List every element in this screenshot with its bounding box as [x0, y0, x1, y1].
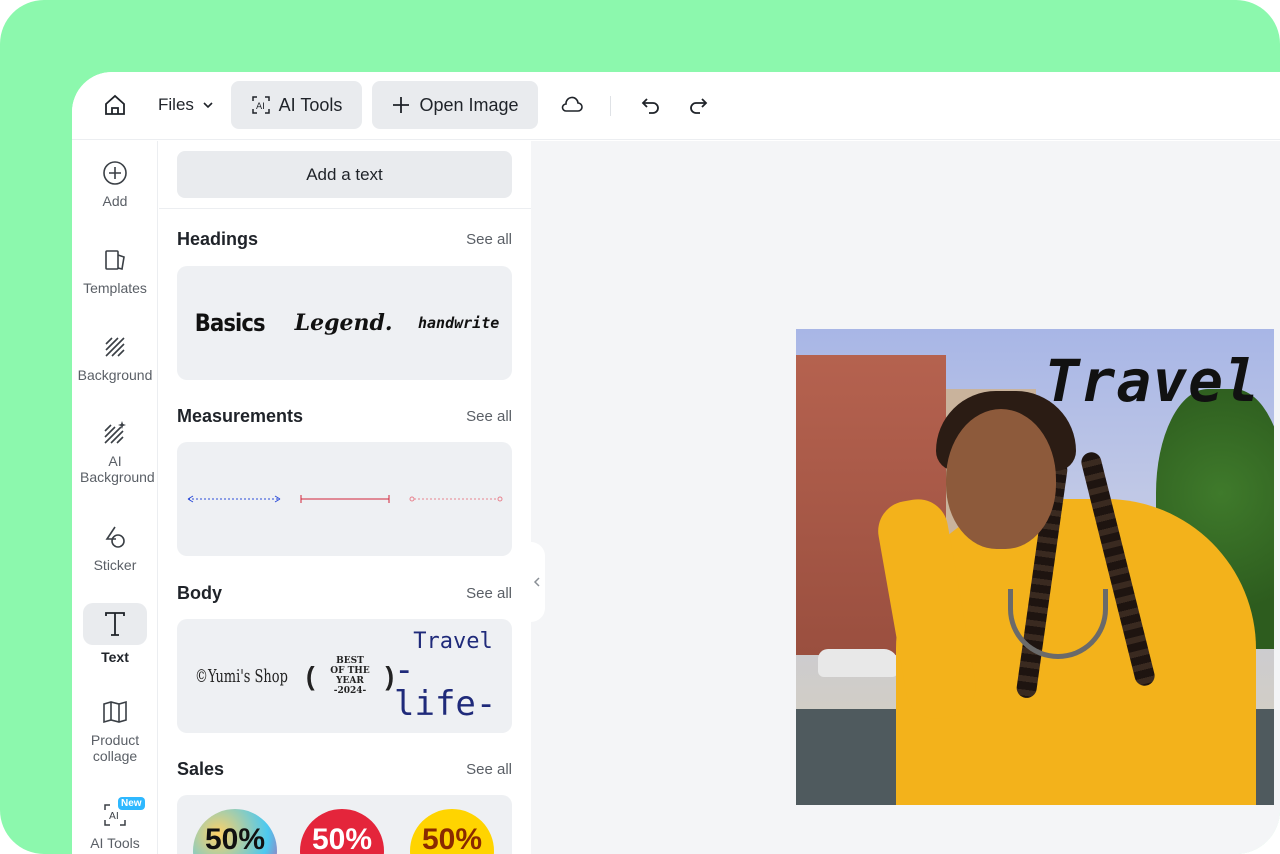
rail-item-background[interactable]: Background [72, 333, 158, 383]
undo-button[interactable] [637, 90, 665, 120]
section-title-measurements: Measurements [177, 406, 304, 426]
files-menu[interactable]: Files [158, 88, 214, 122]
panel-divider [159, 208, 531, 209]
body-header: Body See all [177, 583, 512, 604]
text-icon [83, 603, 147, 645]
see-all-measurements[interactable]: See all [466, 408, 512, 425]
plus-circle-icon [101, 159, 129, 187]
rail-label-templates: Templates [83, 280, 147, 296]
rail-label-text: Text [101, 649, 129, 665]
home-button[interactable] [100, 88, 130, 122]
see-all-body[interactable]: See all [466, 585, 512, 602]
ai-tools-label: AI Tools [278, 94, 343, 115]
rail-label-product-collage: Product collage [90, 732, 140, 764]
chevron-down-icon [203, 102, 213, 109]
rail-label-add: Add [102, 193, 128, 209]
collage-icon [101, 698, 129, 726]
undo-icon [641, 98, 659, 114]
photo-title-text[interactable]: Travel [1044, 347, 1260, 415]
sale-badge-holo[interactable]: 50% [193, 809, 277, 854]
measurements-header: Measurements See all [177, 406, 512, 427]
redo-button[interactable] [684, 90, 712, 120]
measurement-sample-blue[interactable] [186, 494, 282, 504]
sales-header: Sales See all [177, 759, 512, 780]
toolbar-divider [610, 96, 611, 116]
ai-scan-icon: AI [251, 96, 270, 114]
rail-item-product-collage[interactable]: Product collage [72, 698, 158, 764]
cloud-save-button[interactable] [558, 90, 586, 120]
ai-background-icon [101, 419, 129, 447]
canvas-photo[interactable]: Travel [796, 329, 1274, 805]
heading-sample-legend[interactable]: Legend. [295, 310, 393, 336]
rail-item-text[interactable]: Text [72, 603, 158, 665]
home-icon [105, 94, 125, 115]
sales-card[interactable]: 50% 50% 50% [177, 795, 512, 854]
collapse-panel-handle[interactable] [529, 542, 545, 622]
rail-item-add[interactable]: Add [72, 159, 158, 209]
headings-header: Headings See all [177, 229, 512, 250]
body-sample-travel-life[interactable]: Travel -life- [394, 629, 512, 724]
chevron-left-icon [533, 577, 540, 587]
laurel-right-icon: ) [385, 660, 394, 691]
heading-sample-handwrite[interactable]: handwrite [418, 314, 499, 332]
life-text: -life- [394, 650, 497, 724]
ai-tools-button[interactable]: AI AI Tools [231, 81, 362, 129]
rail-label-sticker: Sticker [93, 557, 137, 573]
see-all-headings[interactable]: See all [466, 231, 512, 248]
measurement-sample-pink[interactable] [408, 494, 504, 504]
left-rail: Add Templates Background AI Background S… [72, 141, 158, 854]
open-image-button[interactable]: Open Image [372, 81, 538, 129]
heading-sample-basics[interactable]: Basics [194, 309, 265, 337]
canvas-area[interactable]: Travel [531, 141, 1280, 854]
rail-item-templates[interactable]: Templates [72, 246, 158, 296]
laurel-left-icon: ( [305, 660, 315, 691]
body-sample-shop[interactable]: ©Yumi's Shop [195, 666, 288, 687]
sticker-icon [101, 523, 129, 551]
redo-icon [690, 98, 708, 114]
text-panel: Add a text Headings See all Basics Legen… [159, 141, 531, 854]
measurement-sample-red[interactable] [299, 494, 391, 504]
photo-car [818, 649, 898, 677]
measurements-card[interactable] [177, 442, 512, 556]
see-all-sales[interactable]: See all [466, 761, 512, 778]
svg-text:AI: AI [109, 811, 119, 822]
outer-frame: Files AI AI Tools Open Image Add Templat… [0, 0, 1280, 854]
add-text-button[interactable]: Add a text [177, 151, 512, 198]
best-line-1: BEST [336, 656, 364, 666]
best-line-2: OF THE YEAR [330, 666, 370, 686]
top-toolbar: Files AI AI Tools Open Image [72, 72, 1280, 140]
body-sample-best-of-year[interactable]: ( BEST OF THE YEAR -2024- ) [306, 656, 394, 696]
headings-card[interactable]: Basics Legend. handwrite [177, 266, 512, 380]
cloud-icon [561, 96, 583, 112]
files-label: Files [158, 95, 194, 114]
rail-item-sticker[interactable]: Sticker [72, 523, 158, 573]
sale-badge-red[interactable]: 50% [300, 809, 384, 854]
plus-icon [393, 97, 410, 113]
best-of-year-text: BEST OF THE YEAR -2024- [317, 656, 384, 696]
best-line-3: -2024- [333, 686, 367, 696]
section-title-body: Body [177, 583, 222, 603]
open-image-label: Open Image [419, 94, 519, 115]
background-hatch-icon [101, 333, 129, 361]
svg-text:AI: AI [256, 102, 265, 112]
rail-item-ai-tools[interactable]: AI New AI Tools [72, 797, 158, 851]
body-card[interactable]: ©Yumi's Shop ( BEST OF THE YEAR -2024- )… [177, 619, 512, 733]
rail-label-ai-background: AI Background [80, 453, 155, 485]
rail-label-background: Background [77, 367, 153, 383]
rail-label-ai-tools: AI Tools [90, 835, 140, 851]
sale-badge-yellow[interactable]: 50% [410, 809, 494, 854]
photo-face [946, 409, 1056, 549]
rail-item-ai-background[interactable]: AI Background [72, 419, 158, 485]
templates-icon [101, 246, 129, 274]
editor-app: Files AI AI Tools Open Image Add Templat… [72, 72, 1280, 854]
travel-text: Travel [413, 629, 493, 654]
new-badge: New [118, 797, 145, 810]
section-title-headings: Headings [177, 229, 259, 249]
section-title-sales: Sales [177, 759, 225, 779]
